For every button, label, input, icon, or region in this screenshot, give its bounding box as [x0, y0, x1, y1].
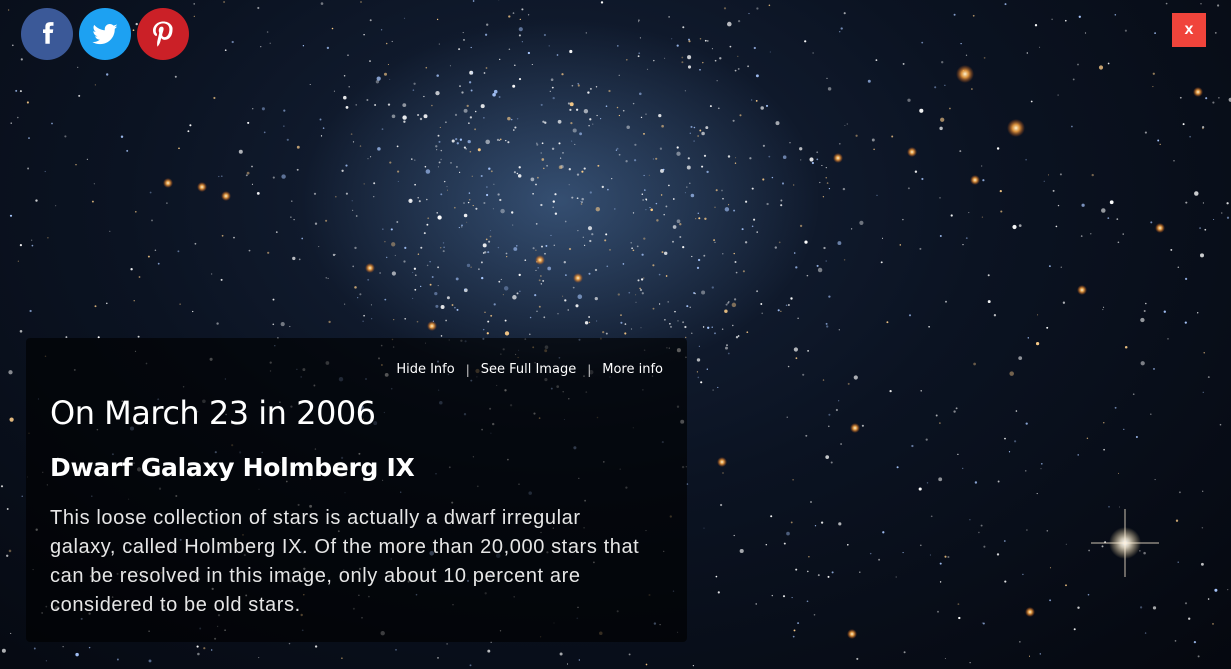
image-title: Dwarf Galaxy Holmberg IX [50, 453, 415, 482]
nav-separator: | [587, 362, 592, 377]
see-full-image-link[interactable]: See Full Image [481, 362, 576, 377]
pinterest-icon [153, 21, 173, 47]
image-description: This loose collection of stars is actual… [50, 507, 640, 616]
more-info-link[interactable]: More info [602, 362, 663, 377]
date-heading: On March 23 in 2006 [50, 394, 376, 432]
pinterest-share-button[interactable] [137, 8, 189, 60]
info-nav: Hide Info | See Full Image | More info [396, 362, 663, 377]
nav-separator: | [465, 362, 470, 377]
close-button[interactable]: x [1172, 13, 1206, 47]
twitter-share-button[interactable] [79, 8, 131, 60]
facebook-icon [43, 22, 54, 44]
hide-info-link[interactable]: Hide Info [396, 362, 454, 377]
info-panel: Hide Info | See Full Image | More info O… [26, 338, 687, 642]
facebook-share-button[interactable] [21, 8, 73, 60]
twitter-icon [92, 24, 118, 45]
background-image: x Hide Info | See Full Image | More info… [0, 0, 1231, 669]
